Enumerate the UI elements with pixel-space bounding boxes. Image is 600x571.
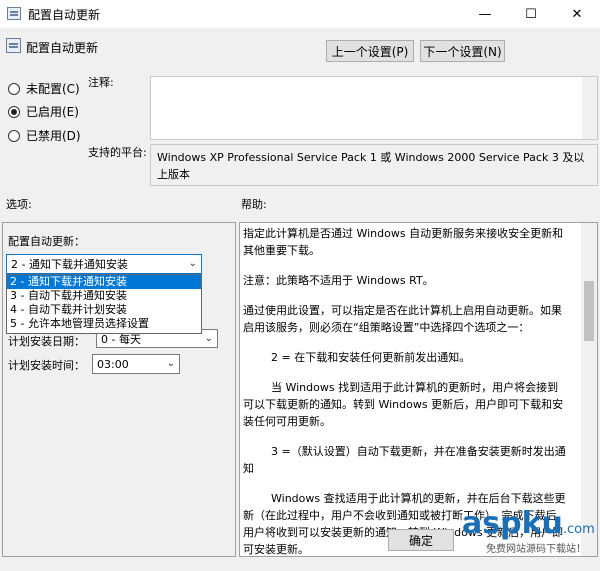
- help-paragraph: 注意：此策略不适用于 Windows RT。: [243, 274, 434, 287]
- help-paragraph: 通过使用此设置，可以指定是否在此计算机上启用自动更新。如果启用该服务，则必须在“…: [243, 304, 562, 334]
- radio-disabled[interactable]: 已禁用(D): [8, 127, 81, 144]
- schedule-time-value: 03:00: [97, 357, 129, 371]
- help-label: 帮助:: [241, 198, 267, 211]
- radio-circle[interactable]: [8, 105, 20, 118]
- comment-field[interactable]: [150, 76, 598, 140]
- radio-enabled[interactable]: 已启用(E): [8, 103, 79, 120]
- schedule-time-label: 计划安装时间：: [8, 359, 85, 372]
- platform-label: 支持的平台:: [88, 146, 147, 159]
- schedule-time-select[interactable]: 03:00 ⌄: [92, 354, 180, 374]
- window-title: 配置自动更新: [28, 8, 101, 22]
- dropdown-option[interactable]: 3 - 自动下载并通知安装: [7, 289, 201, 303]
- chevron-down-icon: ⌄: [188, 258, 197, 269]
- radio-label: 已禁用(D): [26, 129, 81, 143]
- radio-circle[interactable]: [8, 129, 20, 142]
- scroll-thumb[interactable]: [584, 281, 594, 341]
- chevron-down-icon: ⌄: [204, 333, 213, 344]
- comment-label: 注释:: [88, 76, 114, 89]
- help-paragraph: 3 =（默认设置）自动下载更新，并在准备安装更新时发出通知: [243, 445, 566, 475]
- config-label: 配置自动更新：: [8, 235, 85, 248]
- radio-label: 未配置(C): [26, 82, 80, 96]
- schedule-day-label: 计划安装日期：: [8, 335, 85, 348]
- platform-field: Windows XP Professional Service Pack 1 或…: [150, 144, 598, 186]
- policy-icon: [7, 7, 21, 20]
- next-setting-button[interactable]: 下一个设置(N): [420, 40, 505, 62]
- title-bar: 配置自动更新 — ☐ ✕: [0, 0, 600, 28]
- radio-not-configured[interactable]: 未配置(C): [8, 80, 80, 97]
- help-scrollbar[interactable]: [581, 223, 597, 556]
- radio-circle[interactable]: [8, 82, 20, 95]
- minimize-button[interactable]: —: [462, 0, 508, 28]
- policy-icon: [6, 38, 21, 53]
- radio-label: 已启用(E): [26, 105, 79, 119]
- auto-update-dropdown: 2 - 通知下载并通知安装 3 - 自动下载并通知安装 4 - 自动下载并计划安…: [6, 274, 202, 334]
- watermark-caption: 免费网站源码下载站！: [486, 544, 586, 555]
- auto-update-value: 2 - 通知下载并通知安装: [11, 258, 128, 271]
- help-paragraph: 当 Windows 找到适用于此计算机的更新时，用户将会接到可以下载更新的通知。…: [243, 381, 564, 428]
- dropdown-option[interactable]: 2 - 通知下载并通知安装: [7, 275, 201, 289]
- chevron-down-icon: ⌄: [166, 358, 175, 369]
- prev-setting-button[interactable]: 上一个设置(P): [326, 40, 414, 62]
- policy-name: 配置自动更新: [26, 41, 99, 55]
- auto-update-select[interactable]: 2 - 通知下载并通知安装 ⌄: [6, 254, 202, 274]
- options-label: 选项:: [6, 198, 32, 211]
- help-paragraph: 2 = 在下载和安装任何更新前发出通知。: [271, 351, 471, 364]
- dropdown-option[interactable]: 5 - 允许本地管理员选择设置: [7, 317, 201, 331]
- ok-button[interactable]: 确定: [388, 529, 454, 551]
- maximize-button[interactable]: ☐: [508, 0, 554, 28]
- help-paragraph: 指定此计算机是否通过 Windows 自动更新服务来接收安全更新和其他重要下载。: [243, 227, 564, 257]
- comment-scrollbar[interactable]: [582, 77, 597, 139]
- dropdown-option[interactable]: 4 - 自动下载并计划安装: [7, 303, 201, 317]
- close-button[interactable]: ✕: [554, 0, 600, 28]
